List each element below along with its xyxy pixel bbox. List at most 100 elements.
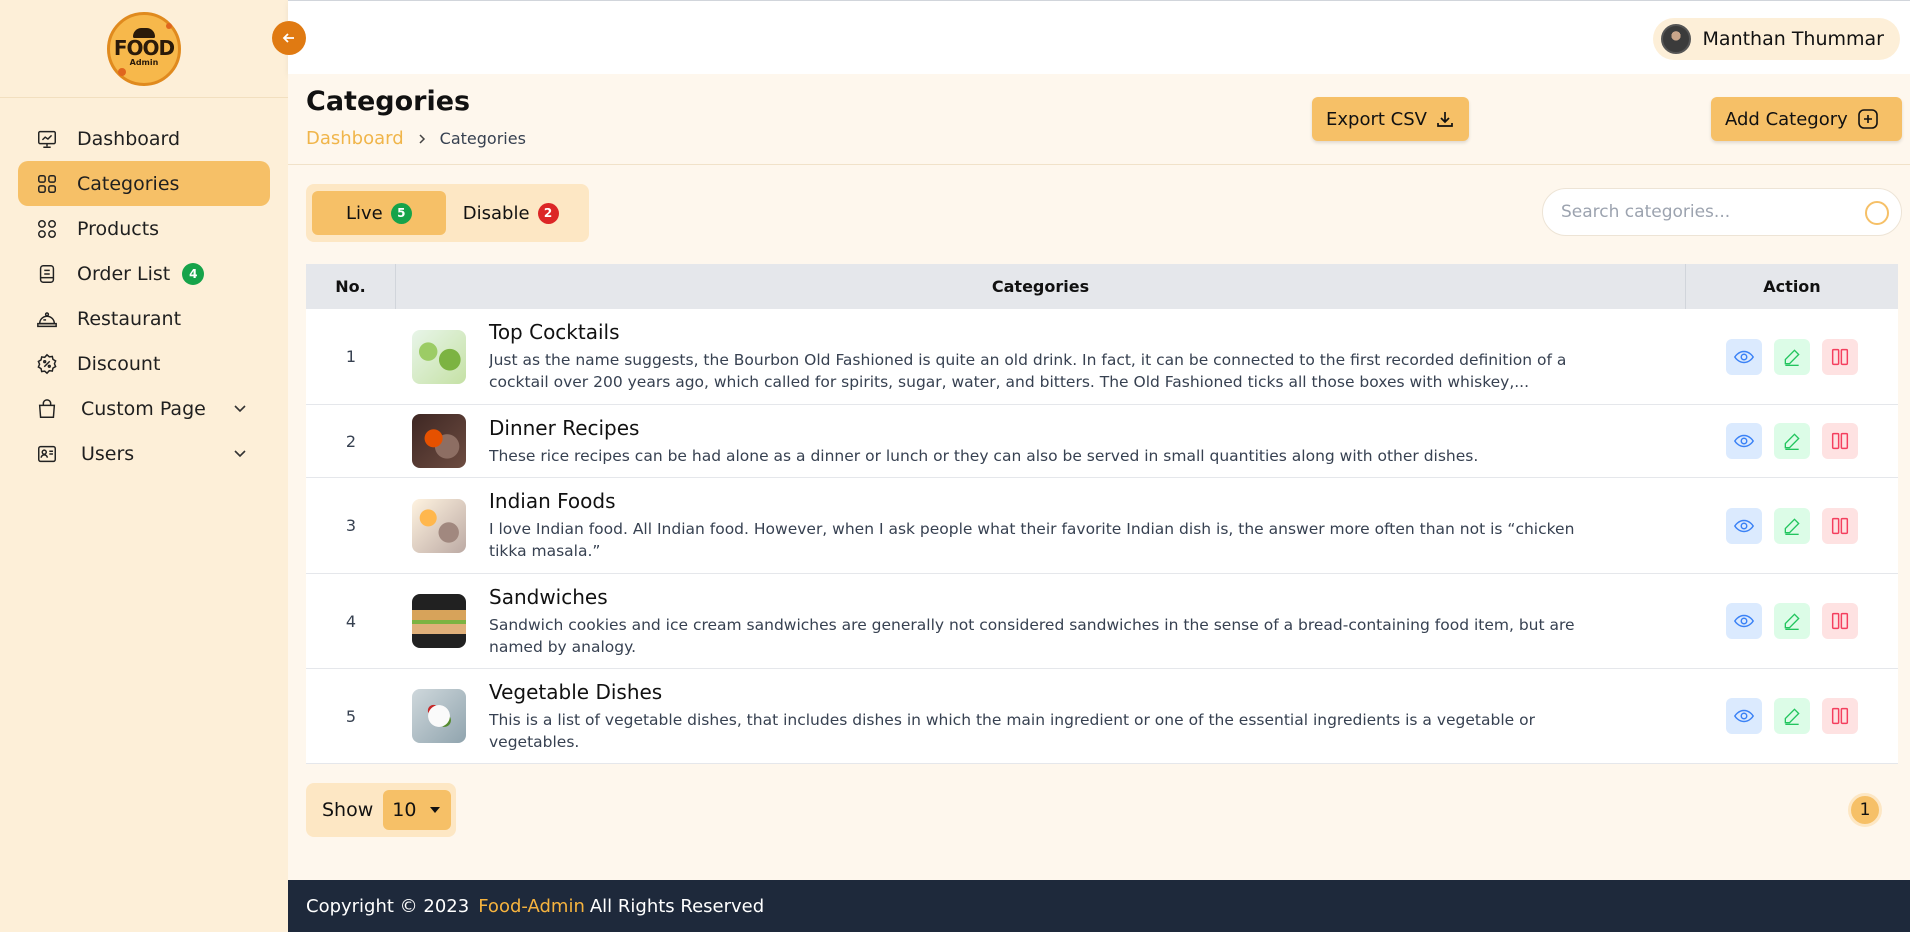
view-button[interactable] <box>1726 698 1762 734</box>
logo-accent-dot <box>118 67 126 76</box>
row-number: 3 <box>345 516 357 535</box>
category-description: These rice recipes can be had alone as a… <box>489 446 1479 465</box>
eye-icon <box>1733 519 1755 532</box>
columns-icon <box>1831 707 1849 725</box>
category-thumbnail <box>412 594 466 648</box>
category-name[interactable]: Vegetable Dishes <box>489 680 1609 704</box>
action-cell <box>1686 478 1898 573</box>
pagination-page-button[interactable]: 1 <box>1848 793 1882 827</box>
header-divider <box>288 164 1910 165</box>
logo-sub: Admin <box>129 58 159 67</box>
table-row: 4 Sandwiches Sandwich cookies and ice cr… <box>306 574 1898 669</box>
sidebar-item-custom-page[interactable]: Custom Page <box>18 386 270 431</box>
table-row: 1 Top Cocktails Just as the name suggest… <box>306 309 1898 405</box>
page-title: Categories <box>306 86 471 117</box>
row-number: 2 <box>345 431 357 451</box>
sidebar-item-label: Dashboard <box>77 127 181 150</box>
chevron-down-icon[interactable] <box>232 445 248 461</box>
sidebar-item-label: Discount <box>77 352 161 375</box>
table-row: 3 Indian Foods I love Indian food. All I… <box>306 478 1898 574</box>
sidebar-item-discount[interactable]: Discount <box>18 341 270 386</box>
export-csv-label: Export CSV <box>1326 108 1427 130</box>
sidebar-item-users[interactable]: Users <box>18 431 270 476</box>
columns-icon <box>1831 348 1849 365</box>
row-number: 1 <box>345 347 357 366</box>
pencil-icon <box>1784 517 1800 535</box>
tab-live[interactable]: Live 5 <box>312 191 446 235</box>
toggle-disable-button[interactable] <box>1822 603 1858 639</box>
arrow-left-icon <box>282 33 294 43</box>
category-name[interactable]: Sandwiches <box>489 585 1609 609</box>
add-category-button[interactable]: Add Category <box>1711 97 1902 141</box>
columns-icon <box>1831 432 1849 450</box>
column-header-no[interactable]: No. <box>306 264 396 309</box>
sidebar-item-dashboard[interactable]: Dashboard <box>18 116 270 161</box>
table-header: No. Categories Action <box>306 264 1898 309</box>
toggle-disable-button[interactable] <box>1822 698 1858 734</box>
category-name[interactable]: Indian Foods <box>489 489 1609 513</box>
eye-icon <box>1733 434 1755 448</box>
caret-down-icon <box>430 807 441 813</box>
chevron-down-icon[interactable] <box>232 400 248 416</box>
category-text: Top Cocktails Just as the name suggests,… <box>489 320 1609 393</box>
user-card-icon <box>36 443 58 465</box>
sidebar-item-label: Restaurant <box>77 307 182 330</box>
edit-button[interactable] <box>1774 423 1810 459</box>
sidebar-item-label: Products <box>77 217 160 240</box>
export-csv-button[interactable]: Export CSV <box>1312 97 1469 141</box>
tab-disable[interactable]: Disable 2 <box>446 191 577 235</box>
logo-word: FOOD <box>113 36 175 60</box>
order-count-badge: 4 <box>182 262 205 285</box>
view-button[interactable] <box>1726 507 1762 544</box>
category-cell: Dinner Recipes These rice recipes can be… <box>396 405 1686 477</box>
edit-button[interactable] <box>1774 338 1810 375</box>
topbar: Manthan Thummar <box>288 0 1910 74</box>
category-description: Sandwich cookies and ice cream sandwiche… <box>489 615 1575 656</box>
category-text: Indian Foods I love Indian food. All Ind… <box>489 489 1609 562</box>
user-menu[interactable]: Manthan Thummar <box>1652 18 1900 60</box>
category-name[interactable]: Dinner Recipes <box>489 416 1609 440</box>
action-cell <box>1686 574 1898 668</box>
sidebar-item-label: Categories <box>77 172 180 195</box>
category-text: Dinner Recipes These rice recipes can be… <box>489 416 1609 467</box>
category-cell: Sandwiches Sandwich cookies and ice crea… <box>396 574 1686 668</box>
category-cell: Indian Foods I love Indian food. All Ind… <box>396 478 1686 573</box>
disable-count-badge: 2 <box>537 202 559 224</box>
sidebar-item-restaurant[interactable]: Restaurant <box>18 296 270 341</box>
category-name[interactable]: Top Cocktails <box>489 320 1609 344</box>
download-icon <box>1437 112 1453 127</box>
page-size-select[interactable]: 10 <box>383 790 452 830</box>
toggle-disable-button[interactable] <box>1822 507 1858 544</box>
rights-text: All Rights Reserved <box>589 895 765 917</box>
eye-icon <box>1733 709 1755 723</box>
sidebar-item-products[interactable]: Products <box>18 206 270 251</box>
category-text: Vegetable Dishes This is a list of veget… <box>489 680 1609 753</box>
view-button[interactable] <box>1726 338 1762 375</box>
page-size-value: 10 <box>392 799 417 821</box>
toggle-disable-button[interactable] <box>1822 423 1858 459</box>
show-label: Show <box>322 799 374 821</box>
edit-button[interactable] <box>1774 507 1810 544</box>
view-button[interactable] <box>1726 603 1762 639</box>
search-icon[interactable] <box>1865 201 1889 225</box>
edit-button[interactable] <box>1774 603 1810 639</box>
tab-label: Disable <box>462 202 530 224</box>
search-input[interactable] <box>1561 202 1851 222</box>
sidebar-item-categories[interactable]: Categories <box>18 161 270 206</box>
view-button[interactable] <box>1726 423 1762 459</box>
toggle-disable-button[interactable] <box>1822 338 1858 375</box>
food-admin-logo[interactable]: FOOD Admin <box>107 11 181 86</box>
category-text: Sandwiches Sandwich cookies and ice crea… <box>489 585 1609 658</box>
breadcrumb-current: Categories <box>439 129 526 148</box>
pencil-icon <box>1784 348 1800 366</box>
footer-brand-link[interactable]: Food-Admin <box>478 896 585 917</box>
sidebar-item-order-list[interactable]: Order List 4 <box>18 251 270 296</box>
edit-button[interactable] <box>1774 698 1810 734</box>
eye-icon <box>1733 350 1755 363</box>
column-header-categories[interactable]: Categories <box>396 264 1686 309</box>
sidebar-collapse-button[interactable] <box>272 21 306 55</box>
breadcrumb: Dashboard Categories <box>306 128 526 149</box>
breadcrumb-dashboard-link[interactable]: Dashboard <box>306 128 404 149</box>
pencil-icon <box>1784 613 1800 630</box>
sidebar-item-label: Custom Page <box>81 397 206 420</box>
